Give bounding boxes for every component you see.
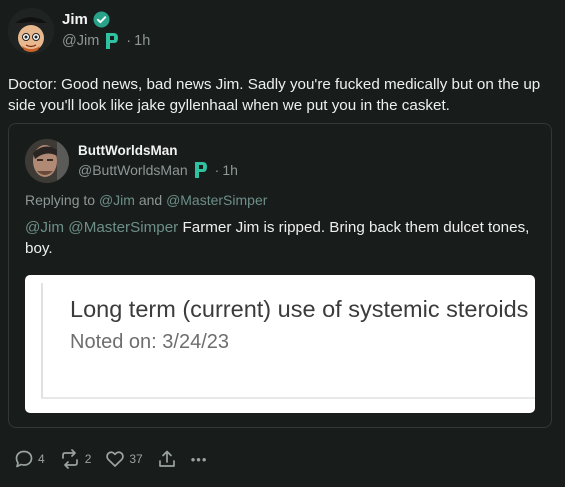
post: Jim @Jim · 1h Doctor: Good news, bad new… [0, 0, 565, 487]
reply-count: 4 [38, 452, 45, 466]
image-title: Long term (current) use of systemic ster… [70, 296, 529, 322]
replying-mention-mastersimper[interactable]: @MasterSimper [166, 192, 267, 208]
replying-mention-jim[interactable]: @Jim [99, 192, 135, 208]
quoted-post[interactable]: ButtWorldsMan @ButtWorldsMan · 1h Replyi… [8, 123, 552, 428]
reply-button[interactable]: 4 [14, 449, 45, 469]
quote-author-name[interactable]: ButtWorldsMan [78, 143, 238, 158]
like-button[interactable]: 37 [105, 449, 143, 469]
quote-text: @Jim @MasterSimper Farmer Jim is ripped.… [25, 217, 534, 259]
share-button[interactable] [157, 449, 177, 469]
repost-button[interactable]: 2 [59, 449, 92, 469]
p-badge-icon [194, 162, 208, 178]
action-bar: 4 2 37 ••• [14, 449, 221, 469]
verified-icon [93, 11, 110, 28]
author-handle[interactable]: @Jim [62, 33, 99, 49]
post-time[interactable]: 1h [134, 33, 150, 49]
more-options-icon: ••• [190, 451, 208, 467]
share-icon [157, 449, 177, 469]
replying-to: Replying to @Jim and @MasterSimper [25, 192, 534, 208]
separator-dot: · [214, 162, 220, 178]
image-subtitle: Noted on: 3/24/23 [70, 331, 230, 353]
repost-count: 2 [84, 452, 92, 466]
p-badge-icon [105, 33, 119, 49]
mention-jim[interactable]: @Jim [25, 219, 64, 236]
reply-icon [14, 449, 34, 469]
post-header: Jim @Jim · 1h [8, 8, 557, 64]
quote-time[interactable]: 1h [222, 162, 238, 178]
quote-avatar[interactable] [25, 139, 69, 183]
replying-prefix: Replying to [25, 192, 96, 208]
attached-image[interactable]: Long term (current) use of systemic ster… [25, 275, 535, 413]
author-name[interactable]: Jim [62, 11, 88, 28]
mention-mastersimper[interactable]: @MasterSimper [68, 219, 178, 236]
post-text: Doctor: Good news, bad news Jim. Sadly y… [8, 76, 541, 114]
quote-author-handle[interactable]: @ButtWorldsMan [78, 162, 188, 178]
more-options-button[interactable]: ••• [191, 452, 208, 467]
repost-icon [59, 449, 81, 469]
avatar[interactable] [8, 8, 54, 54]
separator-dot: · [126, 33, 132, 49]
heart-icon [105, 449, 125, 469]
replying-and: and [138, 192, 163, 208]
like-count: 37 [129, 452, 143, 466]
